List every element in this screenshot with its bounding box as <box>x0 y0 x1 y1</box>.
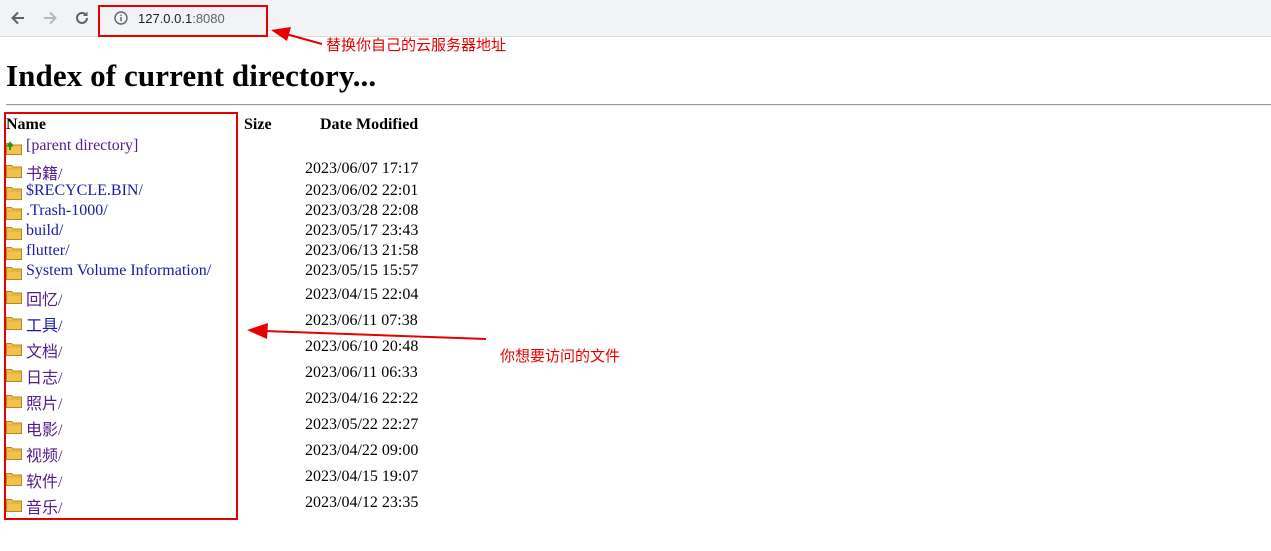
annotation-arrows <box>247 27 487 340</box>
address-arrow-head <box>271 27 291 41</box>
files-arrow-line <box>263 330 487 340</box>
address-arrow-line <box>285 33 323 45</box>
files-arrow-head <box>247 323 268 339</box>
